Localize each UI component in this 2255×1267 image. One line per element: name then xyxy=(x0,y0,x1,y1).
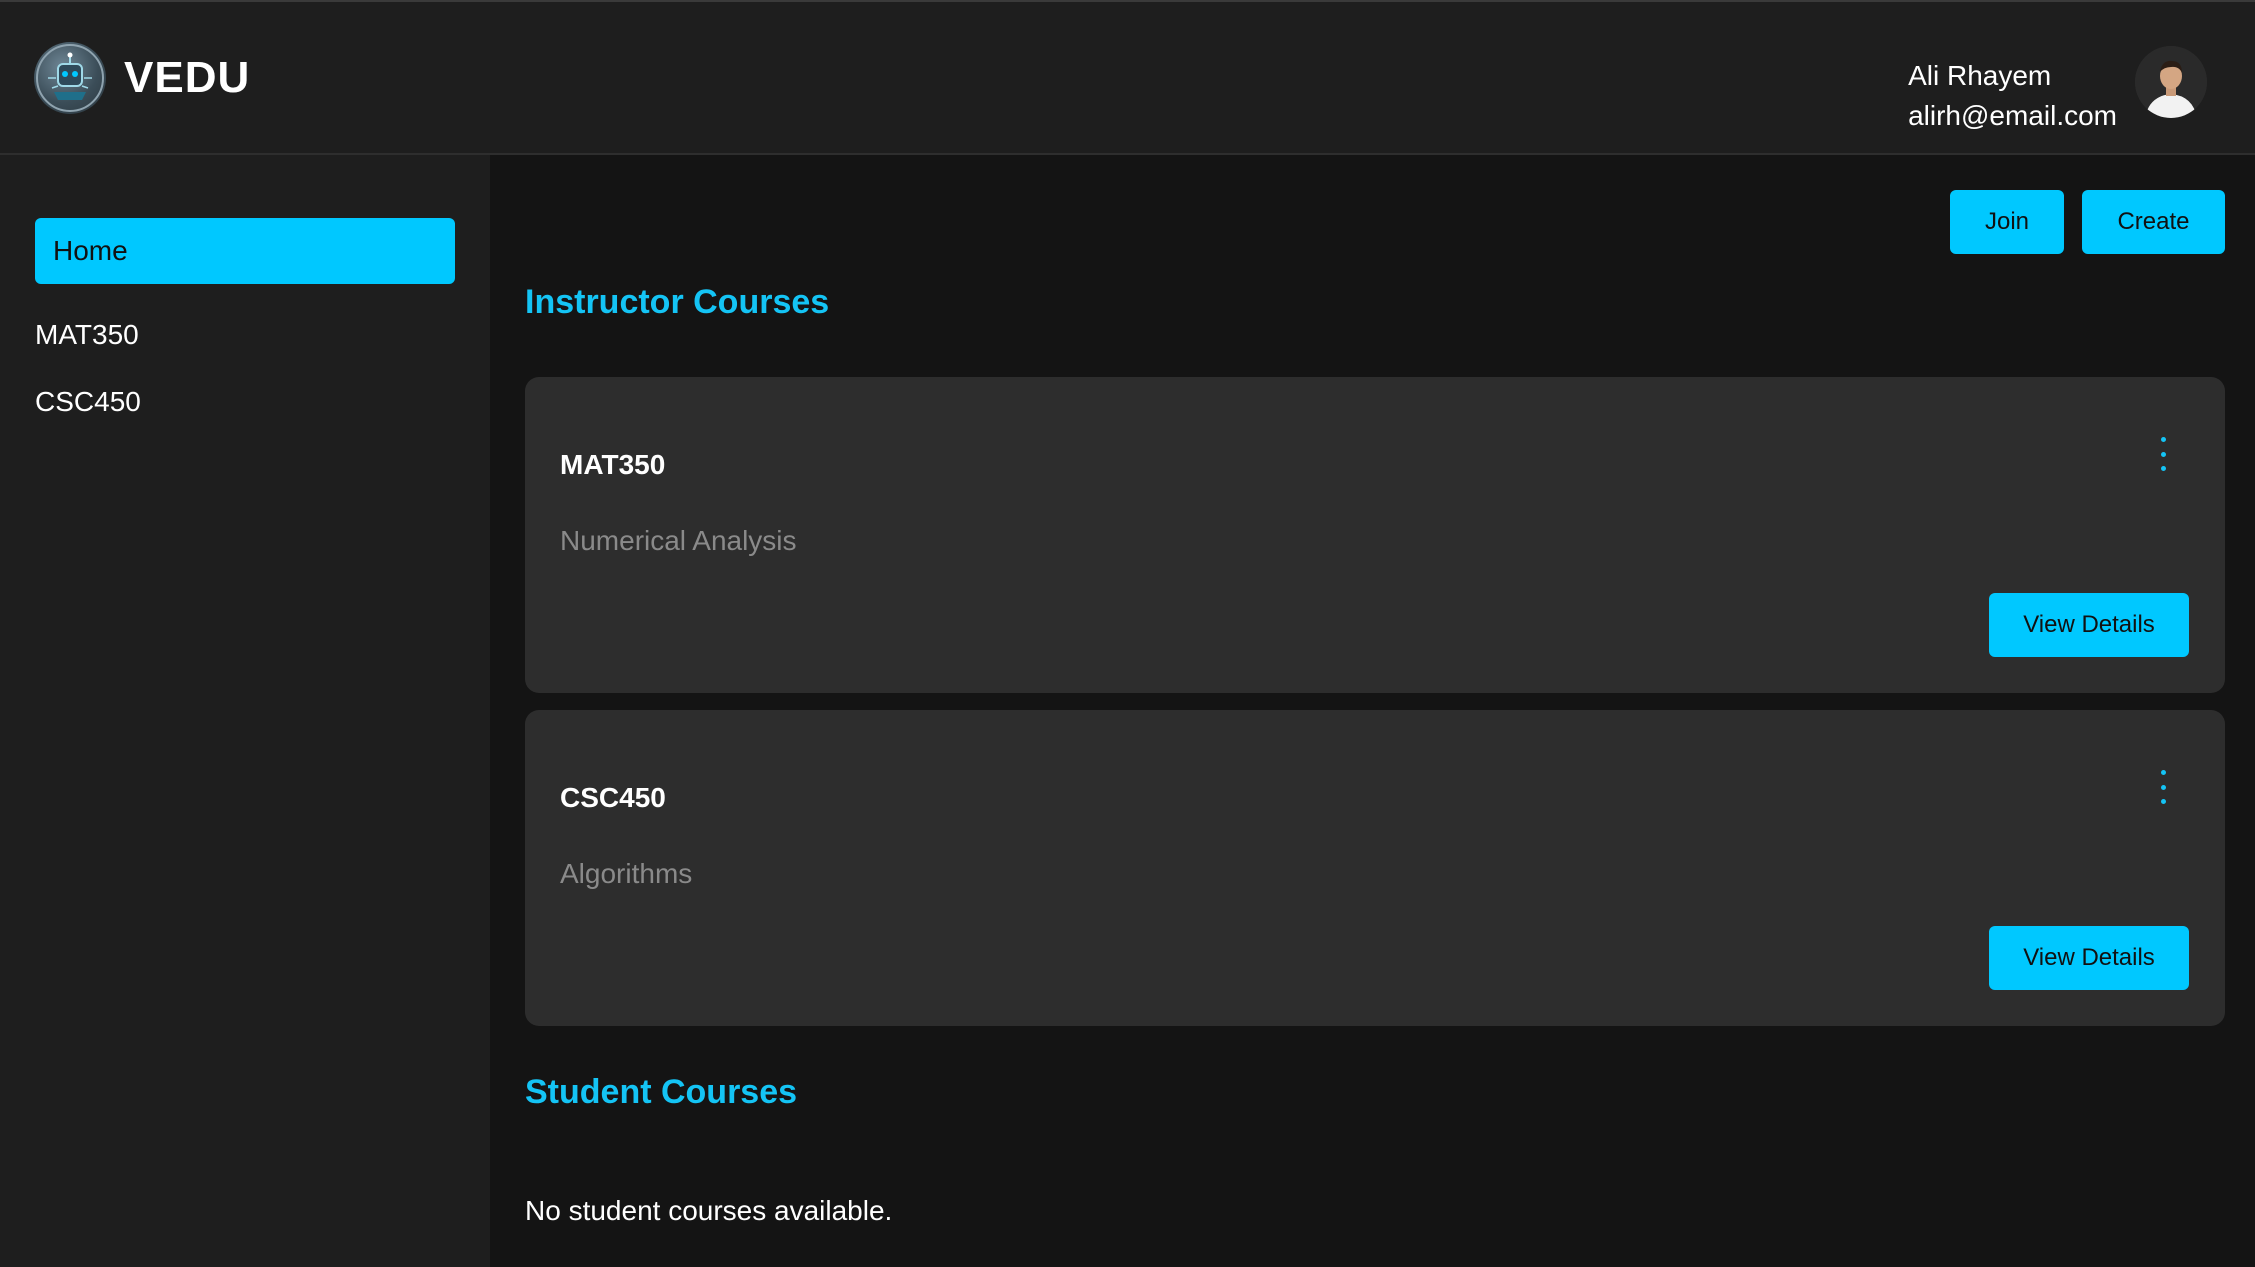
user-info: Ali Rhayem alirh@email.com xyxy=(1908,56,2117,136)
brand[interactable]: VEDU xyxy=(34,42,250,114)
avatar[interactable] xyxy=(2135,46,2207,118)
user-email: alirh@email.com xyxy=(1908,100,2117,131)
robot-brain-logo-icon xyxy=(34,42,106,114)
view-details-button[interactable]: View Details xyxy=(1989,593,2189,657)
create-button[interactable]: Create xyxy=(2082,190,2225,254)
course-card: CSC450 Algorithms View Details xyxy=(525,710,2225,1026)
course-card: MAT350 Numerical Analysis View Details xyxy=(525,377,2225,693)
student-courses-title: Student Courses xyxy=(525,1073,798,1111)
user-avatar-icon xyxy=(2135,46,2207,118)
user-name: Ali Rhayem xyxy=(1908,60,2052,91)
instructor-courses-title: Instructor Courses xyxy=(525,283,830,321)
sidebar: Home MAT350 CSC450 xyxy=(0,155,490,1267)
app-name: VEDU xyxy=(124,53,251,102)
more-options-icon[interactable] xyxy=(2153,437,2173,471)
empty-state-message: No student courses available. xyxy=(525,1195,893,1226)
join-button[interactable]: Join xyxy=(1950,190,2064,254)
app-header: VEDU Ali Rhayem alirh@email.com xyxy=(0,0,2255,155)
view-details-button[interactable]: View Details xyxy=(1989,926,2189,990)
course-name: Numerical Analysis xyxy=(560,525,797,556)
user-profile[interactable]: Ali Rhayem alirh@email.com xyxy=(1908,46,2207,136)
sidebar-item-mat350[interactable]: MAT350 xyxy=(35,302,455,368)
main-content: Join Create Instructor Courses MAT350 Nu… xyxy=(490,155,2255,1267)
sidebar-item-home[interactable]: Home xyxy=(35,218,455,284)
course-name: Algorithms xyxy=(560,858,693,889)
course-code: CSC450 xyxy=(560,782,666,813)
course-code: MAT350 xyxy=(560,449,666,480)
more-options-icon[interactable] xyxy=(2153,770,2173,804)
sidebar-item-csc450[interactable]: CSC450 xyxy=(35,369,455,435)
